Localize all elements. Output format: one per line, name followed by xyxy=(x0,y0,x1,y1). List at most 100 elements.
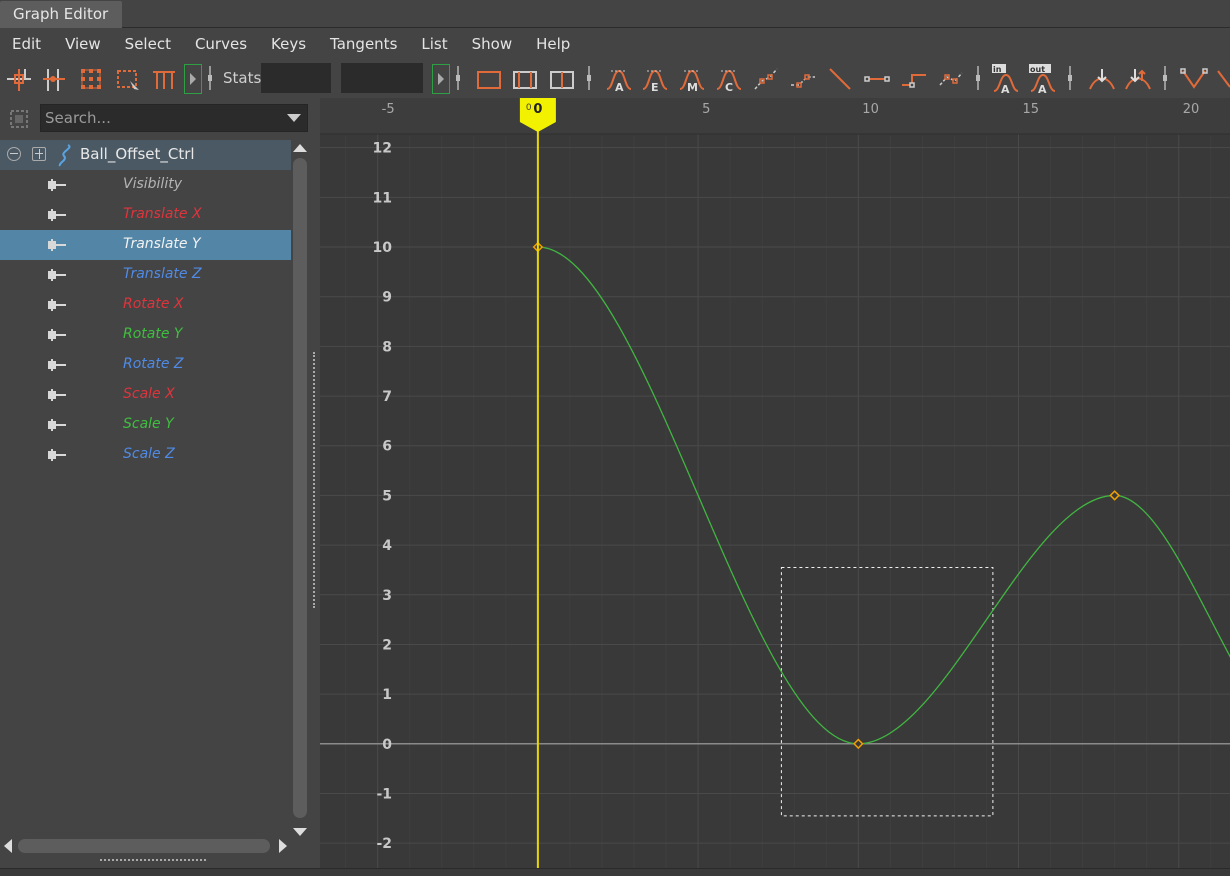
keyframe[interactable] xyxy=(853,738,864,750)
menu-list[interactable]: List xyxy=(409,29,459,59)
vertical-scroll-thumb[interactable] xyxy=(293,158,307,818)
y-tick-label: 8 xyxy=(382,339,392,355)
attribute-label: Translate Z xyxy=(123,266,202,282)
attribute-label: Translate Y xyxy=(123,236,201,252)
move-key-icon[interactable] xyxy=(3,63,35,95)
filter-icon[interactable] xyxy=(8,108,30,130)
attribute-row-translate-z[interactable]: Translate Z xyxy=(0,260,291,290)
region-select-icon[interactable] xyxy=(112,63,144,95)
curve-graph-canvas[interactable]: -5 5 10 15 201211109876543210-1-200 xyxy=(320,98,1230,868)
x-tick-label: 10 xyxy=(862,102,879,117)
panel-resize-handle[interactable] xyxy=(100,859,206,862)
y-tick-label: 7 xyxy=(382,389,392,405)
outliner-root-node[interactable]: Ball_Offset_Ctrl xyxy=(0,140,291,170)
scroll-left-arrow-icon[interactable] xyxy=(4,839,12,853)
y-tick-label: 4 xyxy=(382,538,392,554)
in-tangent-icon[interactable]: in A xyxy=(990,63,1022,96)
window-title-tab[interactable]: Graph Editor xyxy=(0,1,123,28)
clamped-tangent-icon[interactable]: M xyxy=(676,63,708,95)
y-tick-label: 1 xyxy=(382,687,392,703)
attribute-row-scale-z[interactable]: Scale Z xyxy=(0,440,291,470)
channel-icon xyxy=(48,299,66,311)
center-current-time-icon[interactable] xyxy=(546,63,578,95)
pane-splitter-handle[interactable] xyxy=(313,352,316,608)
toolbar-separator[interactable] xyxy=(587,66,591,90)
menu-edit[interactable]: Edit xyxy=(0,29,53,59)
graph-view[interactable]: -5 5 10 15 20 12 11 10 9 8 7 6 5 4 3 2 1 0 -1 -2 0 0 xyxy=(320,98,1230,868)
scroll-down-arrow-icon[interactable] xyxy=(293,828,307,836)
attribute-row-scale-x[interactable]: Scale X xyxy=(0,380,291,410)
y-tick-label: 0 xyxy=(382,737,392,753)
menu-select[interactable]: Select xyxy=(113,29,183,59)
lattice-deform-icon[interactable] xyxy=(75,63,107,95)
menu-help[interactable]: Help xyxy=(524,29,582,59)
attribute-row-translate-x[interactable]: Translate X xyxy=(0,200,291,230)
scroll-up-arrow-icon[interactable] xyxy=(293,144,307,152)
out-tangent-icon[interactable]: out A xyxy=(1027,63,1059,96)
unify-tangents-icon[interactable] xyxy=(1122,63,1154,95)
y-tick-label: 3 xyxy=(382,588,392,604)
menu-show[interactable]: Show xyxy=(460,29,524,59)
attribute-row-rotate-x[interactable]: Rotate X xyxy=(0,290,291,320)
menu-curves[interactable]: Curves xyxy=(183,29,259,59)
y-tick-label: 11 xyxy=(373,190,392,206)
step-tangent-icon[interactable] xyxy=(787,63,819,95)
auto-custom-tangent-icon[interactable] xyxy=(935,63,967,95)
stats-field-1[interactable] xyxy=(261,63,331,93)
horizontal-scroll-thumb[interactable] xyxy=(18,839,270,853)
time-ruler[interactable] xyxy=(320,98,1230,134)
more-tools-icon[interactable] xyxy=(1214,63,1230,95)
toolbar-collapse-bracket[interactable] xyxy=(432,64,450,94)
outliner-horizontal-scrollbar[interactable] xyxy=(0,836,291,856)
svg-text:E: E xyxy=(651,81,659,94)
attribute-row-visibility[interactable]: Visibility xyxy=(0,170,291,200)
attribute-row-rotate-z[interactable]: Rotate Z xyxy=(0,350,291,380)
toolbar-collapse-bracket[interactable] xyxy=(184,64,202,94)
attribute-row-rotate-y[interactable]: Rotate Y xyxy=(0,320,291,350)
outliner-vertical-scrollbar[interactable] xyxy=(291,140,309,840)
svg-text:A: A xyxy=(615,81,624,94)
frame-all-icon[interactable] xyxy=(473,63,505,95)
plateau-tangent-icon[interactable] xyxy=(824,63,856,95)
menu-view[interactable]: View xyxy=(53,29,113,59)
toolbar-separator[interactable] xyxy=(976,66,980,90)
break-tangents-icon[interactable] xyxy=(1086,63,1118,95)
stats-field-2[interactable] xyxy=(341,63,423,93)
search-dropdown-arrow-icon[interactable] xyxy=(287,114,301,122)
auto-mix-tangent-icon[interactable] xyxy=(898,63,930,95)
toolbar-separator[interactable] xyxy=(1068,66,1072,90)
selection-box[interactable] xyxy=(780,566,994,817)
auto-ease-tangent-icon[interactable] xyxy=(861,63,893,95)
stats-label: Stats xyxy=(223,69,262,87)
toolbar-separator[interactable] xyxy=(1163,66,1167,90)
flat-tangent-icon[interactable] xyxy=(750,63,782,95)
channel-icon xyxy=(48,239,66,251)
x-tick-label: 20 xyxy=(1183,102,1200,117)
linear-tangent-icon[interactable]: C xyxy=(713,63,745,95)
frame-playback-icon[interactable] xyxy=(509,63,541,95)
attribute-label: Rotate Z xyxy=(123,356,184,372)
toolbar-separator[interactable] xyxy=(208,66,212,90)
scroll-right-arrow-icon[interactable] xyxy=(279,839,287,853)
current-time-marker-label: 0 xyxy=(526,103,532,113)
attribute-label: Scale X xyxy=(123,386,175,402)
free-tangent-weight-icon[interactable] xyxy=(1178,63,1210,95)
spline-tangent-icon[interactable]: E xyxy=(639,63,671,95)
menu-tangents[interactable]: Tangents xyxy=(318,29,409,59)
keyframe[interactable] xyxy=(1109,490,1120,501)
channel-icon xyxy=(48,419,66,431)
menu-keys[interactable]: Keys xyxy=(259,29,318,59)
attribute-row-scale-y[interactable]: Scale Y xyxy=(0,410,291,440)
expand-icon[interactable] xyxy=(32,147,46,161)
auto-tangent-icon[interactable]: A xyxy=(603,63,635,95)
search-input[interactable] xyxy=(45,107,275,129)
search-box[interactable] xyxy=(40,104,308,132)
svg-text:out: out xyxy=(1030,65,1045,74)
retime-icon[interactable] xyxy=(148,63,180,95)
collapse-icon[interactable] xyxy=(7,147,21,161)
attribute-row-translate-y[interactable]: Translate Y xyxy=(0,230,291,260)
nurbs-curve-icon xyxy=(58,144,71,167)
y-tick-label: -1 xyxy=(376,786,392,802)
toolbar-separator[interactable] xyxy=(456,66,460,90)
insert-key-icon[interactable] xyxy=(38,63,70,95)
